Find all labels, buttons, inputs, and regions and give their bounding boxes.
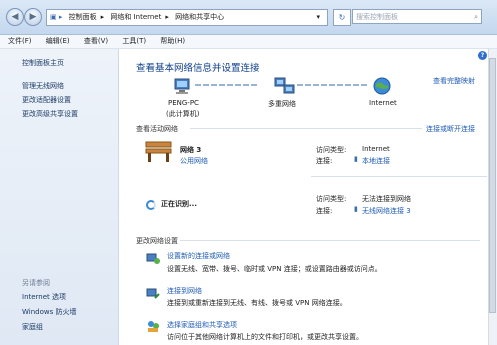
sidebar-item-home[interactable]: 控制面板主页 (22, 58, 64, 68)
active-networks-title: 查看活动网络 (136, 125, 178, 133)
divider (311, 176, 487, 177)
chevron-down-icon[interactable]: ▾ (316, 10, 320, 25)
internet-label: Internet (369, 99, 397, 107)
access-type-value: Internet (362, 145, 390, 153)
sidebar-item-manage-wireless[interactable]: 管理无线网络 (22, 81, 64, 91)
task-description: 设置无线、宽带、拨号、临时或 VPN 连接；或设置路由器或访问点。 (167, 265, 382, 273)
pc-subtitle: (此计算机) (166, 110, 200, 118)
breadcrumb[interactable]: ▣ ▸ 控制面板 ▸ 网络和 Internet ▸ 网络和共享中心 ▾ (46, 9, 328, 26)
sidebar: 控制面板主页 管理无线网络 更改适配器设置 更改高级共享设置 另请参阅 Inte… (0, 49, 119, 345)
identifying-status: 正在识别... (161, 200, 197, 208)
connection-label: 连接: (316, 157, 333, 165)
globe-icon (373, 77, 391, 95)
access-type-label: 访问类型: (316, 195, 347, 203)
refresh-button[interactable]: ↻ (333, 9, 351, 26)
connection-line (195, 84, 257, 86)
access-type-value: 无法连接到网络 (362, 195, 411, 203)
breadcrumb-item[interactable]: 网络和共享中心 (175, 13, 224, 21)
task-description: 连接到或重新连接到无线、有线、拨号或 VPN 网络连接。 (167, 299, 347, 307)
sidebar-item-homegroup[interactable]: 家庭组 (22, 322, 43, 332)
wireless-connection-link[interactable]: 无线网络连接 3 (362, 206, 411, 216)
menu-view[interactable]: 查看(V) (84, 37, 108, 45)
divider (190, 128, 422, 129)
chevron-right-icon[interactable]: ▸ (165, 13, 169, 21)
new-connection-icon (146, 253, 160, 264)
scrollbar-thumb[interactable] (489, 58, 496, 313)
homegroup-icon (148, 321, 159, 332)
sidebar-item-adapter-settings[interactable]: 更改适配器设置 (22, 95, 71, 105)
connect-network-icon (146, 288, 160, 299)
task-description: 访问位于其他网络计算机上的文件和打印机，或更改共享设置。 (167, 333, 363, 341)
page-title: 查看基本网络信息并设置连接 (136, 63, 260, 74)
network-name: 网络 3 (180, 146, 202, 154)
bench-icon (145, 141, 172, 162)
see-also-title: 另请参阅 (22, 279, 50, 287)
sidebar-item-firewall[interactable]: Windows 防火墙 (22, 307, 76, 317)
search-placeholder: 搜索控制面板 (356, 13, 398, 21)
forward-button[interactable]: ▶ (24, 8, 42, 26)
search-icon[interactable]: ⌕ (474, 10, 478, 25)
breadcrumb-item[interactable]: 控制面板 (69, 13, 97, 21)
multi-network-icon (274, 77, 295, 94)
full-map-link[interactable]: 查看完整映射 (433, 76, 475, 86)
connection-label: 连接: (316, 207, 333, 215)
loading-icon (146, 200, 156, 210)
setup-connection-link[interactable]: 设置新的连接或网络 (167, 251, 230, 261)
menu-tools[interactable]: 工具(T) (122, 37, 146, 45)
sidebar-item-advanced-sharing[interactable]: 更改高级共享设置 (22, 109, 78, 119)
search-input[interactable]: 搜索控制面板 ⌕ (352, 9, 482, 24)
access-type-label: 访问类型: (316, 146, 347, 154)
pc-name: PENG-PC (168, 99, 199, 107)
homegroup-sharing-link[interactable]: 选择家庭组和共享选项 (167, 320, 237, 330)
connect-to-network-link[interactable]: 连接到网络 (167, 286, 202, 296)
ethernet-icon: ▮ (354, 155, 358, 163)
control-panel-icon: ▣ ▸ (50, 13, 63, 21)
menu-edit[interactable]: 编辑(E) (46, 37, 70, 45)
connect-disconnect-link[interactable]: 连接或断开连接 (426, 124, 475, 134)
multi-network-label: 多重网络 (268, 100, 296, 108)
sidebar-item-internet-options[interactable]: Internet 选项 (22, 292, 66, 302)
computer-icon (174, 78, 190, 94)
breadcrumb-item[interactable]: 网络和 Internet (110, 13, 161, 21)
help-icon[interactable]: ? (478, 51, 487, 60)
divider (180, 240, 480, 241)
local-connection-link[interactable]: 本地连接 (362, 156, 390, 166)
back-button[interactable]: ◀ (6, 8, 24, 26)
address-bar: ◀ ▶ ▣ ▸ 控制面板 ▸ 网络和 Internet ▸ 网络和共享中心 ▾ ↻ … (0, 0, 497, 35)
wireless-icon: ▮ (354, 205, 358, 213)
connection-line (297, 84, 369, 86)
menu-file[interactable]: 文件(F) (8, 37, 32, 45)
menu-help[interactable]: 帮助(H) (160, 37, 185, 45)
change-settings-title: 更改网络设置 (136, 237, 178, 245)
network-type-link[interactable]: 公用网络 (180, 156, 208, 166)
menu-bar: 文件(F) 编辑(E) 查看(V) 工具(T) 帮助(H) (0, 35, 497, 49)
chevron-right-icon[interactable]: ▸ (101, 13, 105, 21)
